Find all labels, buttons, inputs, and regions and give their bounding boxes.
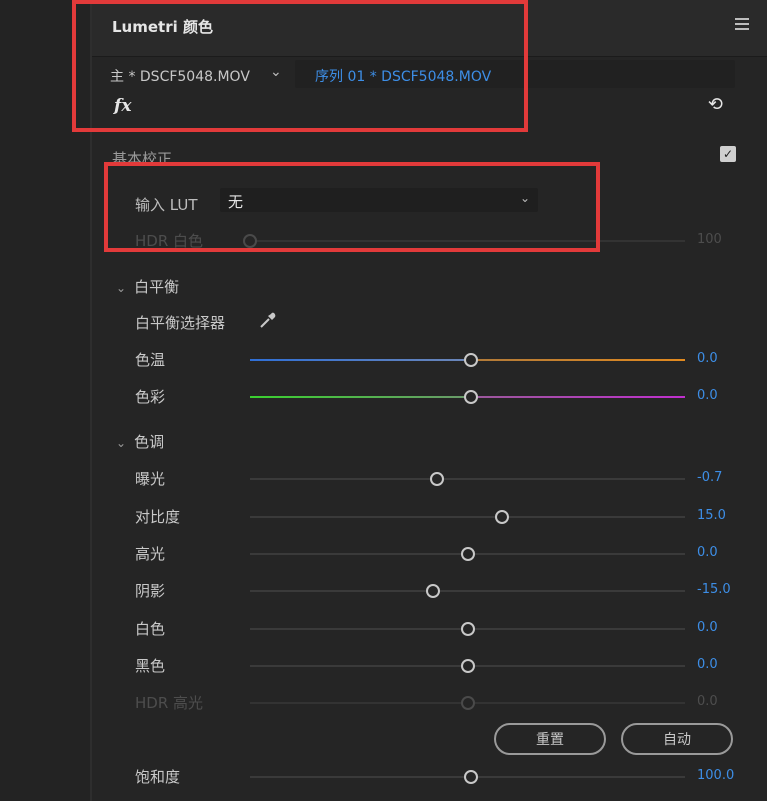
tone-row-track[interactable] [250, 478, 685, 480]
hamburger-icon[interactable] [735, 18, 749, 32]
tint-knob[interactable] [464, 390, 478, 404]
reset-icon[interactable]: ⟲ [708, 94, 723, 115]
tone-row-knob[interactable] [425, 584, 440, 598]
chevron-down-icon: ⌄ [116, 436, 127, 450]
tone-row-track[interactable] [250, 590, 685, 592]
auto-button[interactable]: 自动 [621, 723, 733, 755]
tone-row: 高光 0.0 [92, 541, 767, 565]
tone-title: 色调 [134, 433, 165, 451]
tone-row-label: 阴影 [135, 582, 166, 600]
tone-row-knob[interactable] [460, 696, 475, 710]
tone-row-knob[interactable] [460, 659, 475, 673]
annotation-box-header [72, 0, 528, 132]
temperature-knob[interactable] [464, 353, 478, 367]
tone-row-knob[interactable] [430, 472, 445, 486]
checkmark-icon[interactable]: ✓ [720, 146, 736, 162]
tone-row: 白色 0.0 [92, 616, 767, 640]
tint-label: 色彩 [135, 388, 166, 406]
saturation-row: 饱和度 100.0 [92, 764, 767, 788]
white-balance-title: 白平衡 [134, 278, 180, 296]
saturation-knob[interactable] [464, 770, 478, 784]
tone-row-label: 高光 [135, 545, 166, 563]
tone-row-label: 曝光 [135, 470, 166, 488]
tone-row-value[interactable]: 0.0 [697, 694, 718, 709]
tone-row: 对比度 15.0 [92, 504, 767, 528]
tone-row-label: 黑色 [135, 657, 166, 675]
tone-row-value[interactable]: 0.0 [697, 657, 718, 672]
saturation-label: 饱和度 [135, 768, 181, 786]
temperature-value[interactable]: 0.0 [697, 351, 718, 366]
tone-row-label: HDR 高光 [135, 694, 204, 712]
tone-row-value[interactable]: 0.0 [697, 620, 718, 635]
hdr-white-value[interactable]: 100 [697, 232, 722, 247]
tone-row: 黑色 0.0 [92, 653, 767, 677]
tone-row-track[interactable] [250, 516, 685, 518]
white-balance-picker-label: 白平衡选择器 [135, 314, 226, 332]
tone-row-knob[interactable] [460, 622, 475, 636]
tone-row-label: 对比度 [135, 508, 181, 526]
saturation-value[interactable]: 100.0 [697, 768, 734, 783]
tone-row-label: 白色 [135, 620, 166, 638]
tone-row: HDR 高光 0.0 [92, 690, 767, 714]
chevron-down-icon: ⌄ [116, 281, 127, 295]
tone-row-value[interactable]: -0.7 [697, 470, 722, 485]
tone-row-value[interactable]: 15.0 [697, 508, 726, 523]
tint-row: 色彩 0.0 [92, 384, 767, 408]
tint-value[interactable]: 0.0 [697, 388, 718, 403]
temperature-label: 色温 [135, 351, 166, 369]
tone-row: 曝光 -0.7 [92, 466, 767, 490]
temperature-row: 色温 0.0 [92, 347, 767, 371]
tone-row-value[interactable]: -15.0 [697, 582, 731, 597]
tone-row-value[interactable]: 0.0 [697, 545, 718, 560]
tone-row-knob[interactable] [495, 510, 510, 524]
tone-header[interactable]: ⌄ 色调 [116, 431, 164, 452]
tone-row: 阴影 -15.0 [92, 578, 767, 602]
tone-row-knob[interactable] [460, 547, 475, 561]
white-balance-header[interactable]: ⌄ 白平衡 [116, 276, 179, 297]
reset-button[interactable]: 重置 [494, 723, 606, 755]
eyedropper-icon[interactable] [258, 310, 278, 330]
annotation-box-lut [104, 162, 600, 252]
